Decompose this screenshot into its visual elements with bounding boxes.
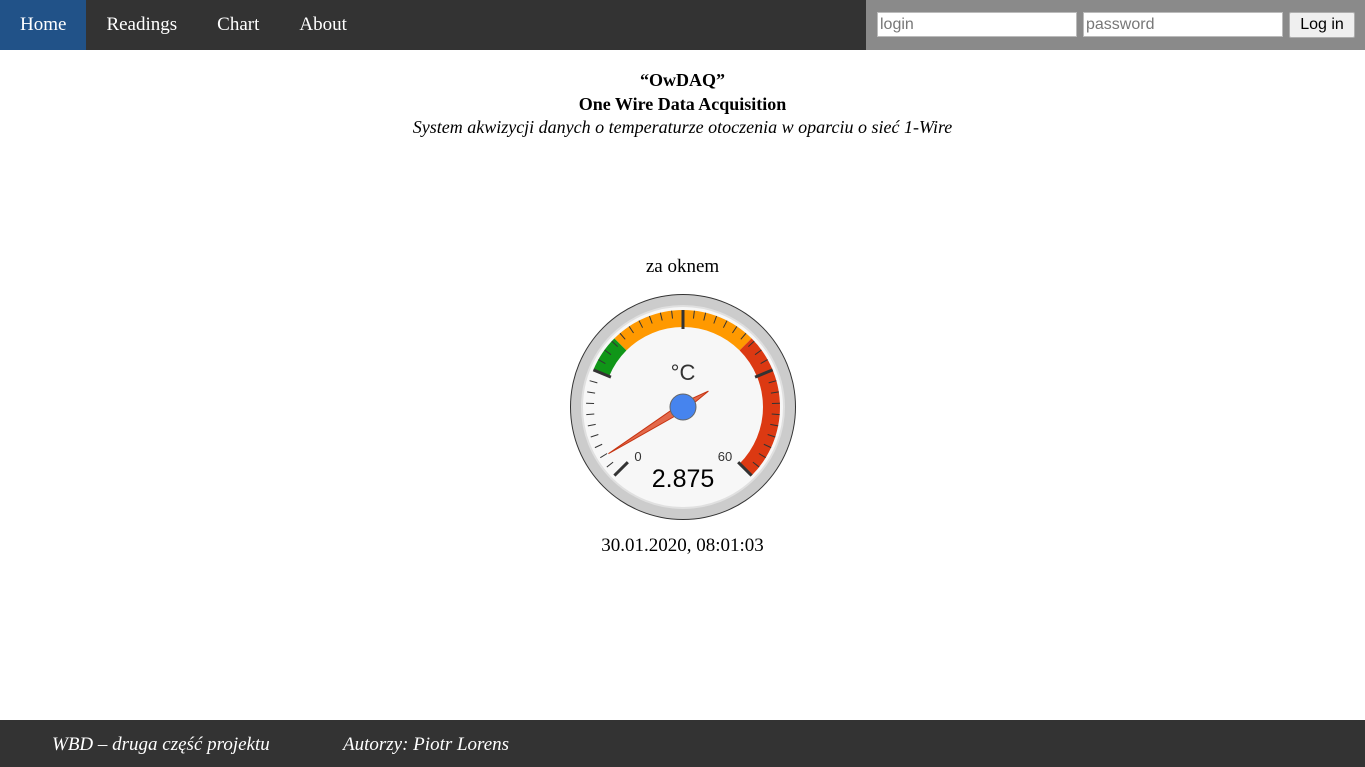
gauge-min-label: 0 (634, 449, 641, 464)
gauge-minor-tick (771, 413, 780, 416)
gauge-timestamp: 30.01.2020, 08:01:03 (601, 535, 764, 556)
gauge-unit: °C (671, 360, 696, 385)
gauge-value: 2.875 (652, 465, 715, 493)
gauge-svg: °C 0 60 2.875 (570, 294, 796, 520)
login-button[interactable]: Log in (1289, 12, 1355, 38)
nav-home[interactable]: Home (0, 0, 87, 50)
footer: WBD – druga część projektu Autorzy: Piot… (0, 720, 1365, 767)
footer-project-label: WBD – druga część projektu (52, 734, 270, 755)
footer-authors: Autorzy: Piotr Lorens (343, 734, 510, 755)
nav-chart[interactable]: Chart (197, 0, 279, 50)
nav-about[interactable]: About (279, 0, 367, 50)
page-title: “OwDAQ” (640, 70, 725, 90)
page-subtitle: One Wire Data Acquisition (578, 94, 787, 114)
temperature-gauge: °C 0 60 2.875 (568, 292, 798, 522)
top-navbar: Home Readings Chart About Log in (0, 0, 1365, 50)
gauge-minor-tick (586, 413, 595, 416)
gauge-max-label: 60 (718, 449, 732, 464)
page-header: “OwDAQ” One Wire Data Acquisition System… (0, 68, 1365, 139)
login-input[interactable] (877, 12, 1077, 37)
page-description: System akwizycji danych o temperaturze o… (412, 117, 953, 137)
main-nav: Home Readings Chart About (0, 0, 367, 50)
gauge-sensor-label: za oknem (645, 256, 720, 277)
login-form: Log in (866, 0, 1365, 50)
password-input[interactable] (1083, 12, 1283, 37)
nav-readings[interactable]: Readings (86, 0, 197, 50)
gauge-needle-hub (669, 393, 697, 421)
